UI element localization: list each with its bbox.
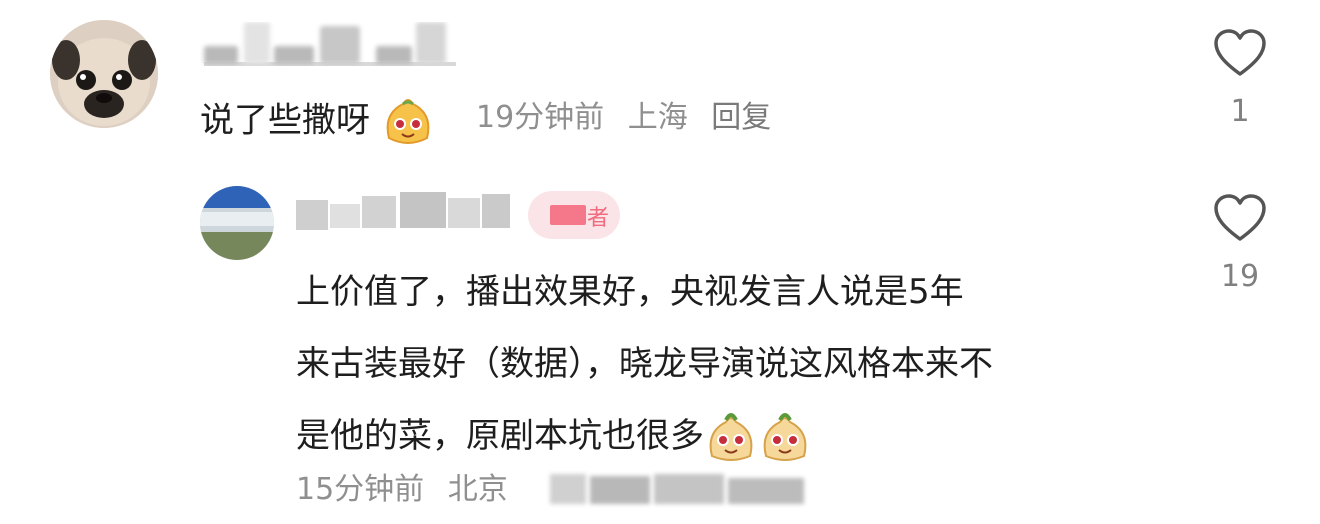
smiling-dumpling-emoji-icon <box>763 412 807 461</box>
like-button[interactable]: 1 <box>1205 28 1275 132</box>
smiling-dumpling-emoji-icon <box>386 99 430 144</box>
comment-time: 19分钟前 <box>476 100 605 135</box>
comment-meta: 15分钟前 北京 <box>296 470 522 510</box>
badge-label: 者 <box>587 206 610 231</box>
comment-body: 说了些撒呀 <box>200 100 370 141</box>
username-redacted[interactable] <box>200 22 460 66</box>
comment-meta: 19分钟前 上海 回复 <box>476 98 785 138</box>
comment-location: 北京 <box>447 472 508 507</box>
heart-outline-icon[interactable] <box>1212 28 1268 78</box>
like-count: 1 <box>1230 94 1250 129</box>
redacted-text <box>520 470 810 508</box>
comment-line: 是他的菜，原剧本坑也很多 <box>296 400 1166 472</box>
comment-text: 上价值了，播出效果好，央视发言人说是5年 来古装最好（数据），晓龙导演说这风格本… <box>296 256 1166 472</box>
comment-text: 说了些撒呀 <box>200 94 435 150</box>
username-redacted[interactable] <box>296 190 516 234</box>
reply-button[interactable]: 回复 <box>711 100 771 135</box>
comment-line-text: 是他的菜，原剧本坑也很多 <box>296 416 704 456</box>
landscape-avatar-icon <box>200 186 274 260</box>
smiling-dumpling-emoji-icon <box>709 412 753 461</box>
pug-avatar-icon <box>50 20 158 128</box>
comment-location: 上海 <box>627 100 688 135</box>
comment-line: 来古装最好（数据），晓龙导演说这风格本来不 <box>296 344 993 384</box>
like-button[interactable]: 19 <box>1205 193 1275 297</box>
comment-time: 15分钟前 <box>296 472 425 507</box>
avatar[interactable] <box>200 186 274 260</box>
like-count: 19 <box>1220 259 1260 294</box>
heart-outline-icon[interactable] <box>1212 193 1268 243</box>
avatar[interactable] <box>50 20 158 128</box>
comment-line: 上价值了，播出效果好，央视发言人说是5年 <box>296 272 964 312</box>
author-badge: 者 <box>528 191 620 239</box>
